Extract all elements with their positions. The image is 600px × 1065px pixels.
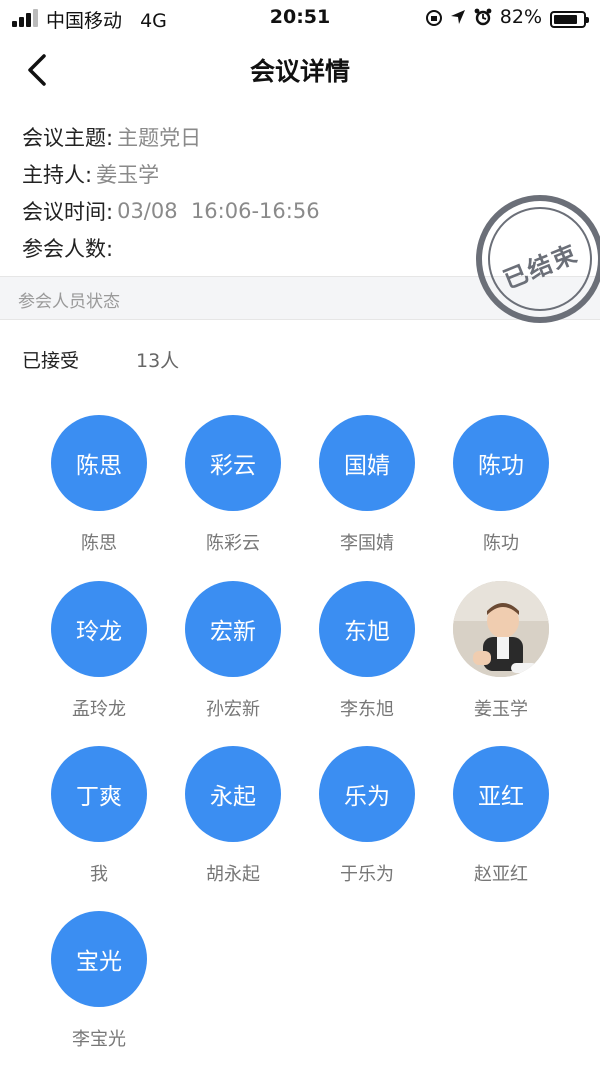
member-name: 赵亚红 (474, 864, 528, 885)
member-name: 李东旭 (340, 699, 394, 720)
member-grid: 陈思 陈思 彩云 陈彩云 国婧 李国婧 陈功 陈功 玲龙 孟玲龙 宏新 孙宏新 东旭 李东旭 姜玉学 丁爽我永… (0, 0, 600, 1065)
member-item[interactable]: 亚红 赵亚红 (441, 746, 561, 896)
member-item[interactable]: 丁爽我 (39, 746, 159, 896)
member-item[interactable]: 东旭 李东旭 (307, 581, 427, 731)
member-name: 于乐为 (340, 864, 394, 885)
member-item[interactable]: 姜玉学 (441, 581, 561, 731)
member-avatar: 国婧 (319, 415, 415, 511)
member-avatar: 丁爽 (51, 746, 147, 842)
member-item[interactable]: 宝光 李宝光 (39, 911, 159, 1061)
member-name: 孙宏新 (206, 699, 260, 720)
member-item[interactable]: 宏新 孙宏新 (173, 581, 293, 731)
baby-photo-icon (453, 581, 549, 677)
member-avatar: 永起 (185, 746, 281, 842)
member-item[interactable]: 乐为 于乐为 (307, 746, 427, 896)
member-photo-avatar (453, 581, 549, 677)
member-name: 胡永起 (206, 864, 260, 885)
meeting-detail-screen: 中国移动 4G 20:51 82% 会议详情 会议主题: 主题党日 主持人: 姜… (0, 0, 600, 1065)
member-avatar: 东旭 (319, 581, 415, 677)
member-item[interactable]: 国婧 李国婧 (307, 415, 427, 565)
member-name: 姜玉学 (474, 699, 528, 720)
member-item[interactable]: 陈功 陈功 (441, 415, 561, 565)
member-avatar: 玲龙 (51, 581, 147, 677)
member-name: 我 (90, 864, 108, 885)
member-avatar: 陈思 (51, 415, 147, 511)
member-avatar: 亚红 (453, 746, 549, 842)
member-avatar: 彩云 (185, 415, 281, 511)
member-name: 李宝光 (72, 1029, 126, 1050)
member-item[interactable]: 玲龙 孟玲龙 (39, 581, 159, 731)
member-avatar: 宏新 (185, 581, 281, 677)
member-name: 陈思 (81, 533, 117, 554)
member-name: 孟玲龙 (72, 699, 126, 720)
member-name: 李国婧 (340, 533, 394, 554)
member-name: 陈彩云 (206, 533, 260, 554)
member-item[interactable]: 陈思 陈思 (39, 415, 159, 565)
member-avatar: 乐为 (319, 746, 415, 842)
member-avatar: 宝光 (51, 911, 147, 1007)
member-avatar: 陈功 (453, 415, 549, 511)
member-item[interactable]: 彩云 陈彩云 (173, 415, 293, 565)
member-item[interactable]: 永起 胡永起 (173, 746, 293, 896)
member-name: 陈功 (483, 533, 519, 554)
